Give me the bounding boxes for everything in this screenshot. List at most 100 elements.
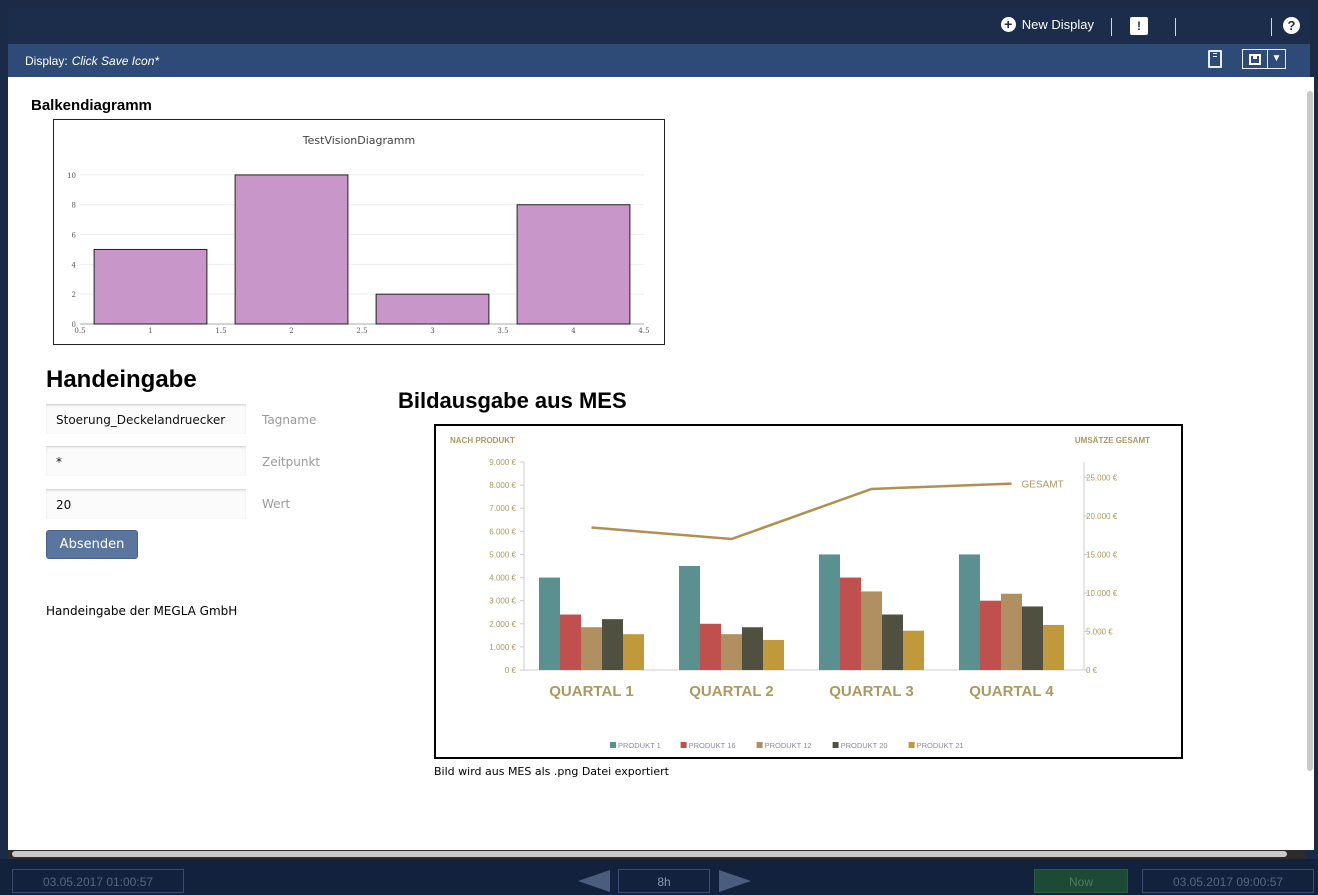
right-tick-label: 5.000 €	[1086, 627, 1113, 636]
x-tick-label: 1	[148, 327, 152, 335]
y-tick-label: 4	[72, 261, 77, 269]
line-label: GESAMT	[1022, 480, 1064, 491]
toolbar-separator	[1271, 18, 1272, 36]
left-tick-label: 0 €	[505, 666, 517, 675]
message-icon[interactable]: !	[1130, 17, 1148, 35]
bar	[1043, 624, 1064, 670]
bar	[903, 630, 924, 670]
bar	[1022, 606, 1043, 670]
x-tick-label: 3	[430, 327, 434, 335]
y-tick-label: 8	[72, 202, 76, 210]
bar	[959, 554, 980, 670]
display-bar: Display: Click Save Icon* ▼	[8, 44, 1310, 77]
x-tick-label: 2	[289, 327, 293, 335]
bar	[560, 614, 581, 670]
manual-entry-note: Handeingabe der MEGLA GmbH	[46, 604, 238, 618]
save-group: ▼	[1242, 49, 1286, 69]
manual-entry-heading: Handeingabe	[46, 366, 197, 393]
legend-label: PRODUKT 16	[689, 741, 736, 750]
bar-chart-heading: Balkendiagramm	[31, 97, 152, 114]
left-tick-label: 3.000 €	[489, 597, 516, 606]
vertical-scrollbar[interactable]	[1306, 77, 1314, 850]
tagname-label: Tagname	[262, 413, 317, 427]
bar	[763, 639, 784, 670]
bar	[1001, 593, 1022, 670]
bar	[516, 204, 631, 325]
legend-swatch	[756, 742, 763, 748]
start-time-field[interactable]: 03.05.2017 01:00:57	[12, 869, 184, 893]
next-arrow-icon[interactable]	[719, 870, 751, 892]
x-tick-label: 0.5	[74, 327, 85, 335]
category-label: QUARTAL 1	[549, 683, 633, 700]
x-tick-label: 1.5	[215, 327, 226, 335]
timestamp-input[interactable]	[46, 446, 246, 476]
save-dropdown-icon[interactable]: ▼	[1268, 50, 1285, 68]
ruler-icon[interactable]	[1208, 50, 1222, 68]
bar	[742, 627, 763, 670]
x-tick-label: 2.5	[356, 327, 367, 335]
submit-button[interactable]: Absenden	[46, 530, 138, 559]
previous-arrow-icon[interactable]	[578, 870, 610, 892]
left-tick-label: 8.000 €	[489, 481, 516, 490]
legend-swatch	[610, 742, 616, 748]
new-display-button[interactable]: + New Display	[1000, 17, 1094, 32]
end-time-field[interactable]: 03.05.2017 09:00:57	[1142, 869, 1314, 893]
bar	[861, 591, 882, 670]
mes-image-heading: Bildausgabe aus MES	[398, 388, 627, 413]
left-tick-label: 7.000 €	[489, 504, 516, 513]
bar	[700, 623, 721, 670]
right-tick-label: 20.000 €	[1086, 512, 1118, 521]
bar	[602, 619, 623, 670]
scrollbar-thumb[interactable]	[1307, 91, 1313, 771]
legend-swatch	[908, 742, 915, 748]
category-label: QUARTAL 2	[689, 683, 773, 700]
bar	[623, 634, 644, 670]
value-input[interactable]	[46, 489, 246, 519]
bar	[721, 634, 742, 670]
top-toolbar: + New Display ! ?	[8, 8, 1310, 44]
toolbar-separator	[1111, 18, 1112, 36]
y-tick-label: 10	[67, 172, 76, 180]
scrollbar-thumb[interactable]	[12, 851, 1287, 857]
bar	[234, 174, 349, 325]
right-tick-label: 15.000 €	[1086, 550, 1118, 559]
total-line	[591, 482, 1012, 541]
bar-chart-svg: TestVisionDiagramm02468100.5 1 1.5 2 2.5 3 3.5…	[67, 134, 649, 335]
legend-label: PRODUKT 21	[917, 741, 964, 750]
bar	[840, 577, 861, 670]
bar	[980, 600, 1001, 670]
legend-swatch	[832, 742, 839, 748]
mes-chart-image: NACH PRODUKT UMSÄTZE GESAMT 0 € 1.000 € 2.00…	[434, 424, 1183, 759]
value-label: Wert	[262, 497, 291, 511]
tagname-input[interactable]	[46, 404, 246, 434]
bar	[819, 554, 840, 670]
mes-chart-svg: NACH PRODUKT UMSÄTZE GESAMT 0 € 1.000 € 2.00…	[450, 436, 1150, 750]
help-icon[interactable]: ?	[1283, 17, 1300, 34]
bar	[679, 566, 700, 670]
x-tick-label: 4	[571, 327, 576, 335]
time-navigation-bar: 03.05.2017 01:00:57 8h Now 03.05.2017 09…	[0, 859, 1318, 895]
save-button[interactable]	[1243, 50, 1268, 68]
left-tick-label: 4.000 €	[489, 574, 516, 583]
legend-label: PRODUKT 20	[841, 741, 888, 750]
category-label: QUARTAL 3	[829, 683, 913, 700]
bar	[581, 627, 602, 670]
save-icon	[1249, 53, 1261, 65]
bar	[375, 293, 490, 325]
legend-label: PRODUKT 12	[765, 741, 812, 750]
y-tick-label: 2	[72, 291, 76, 299]
time-span-field[interactable]: 8h	[618, 869, 710, 893]
x-tick-label: 4.5	[638, 327, 649, 335]
left-tick-label: 1.000 €	[489, 643, 516, 652]
legend-label: PRODUKT 1	[618, 741, 661, 750]
legend-swatch	[680, 742, 687, 748]
left-tick-label: 9.000 €	[489, 458, 516, 467]
now-button[interactable]: Now	[1034, 869, 1128, 893]
display-name: Click Save Icon*	[71, 54, 160, 68]
horizontal-scrollbar[interactable]	[8, 850, 1306, 859]
left-axis-title: NACH PRODUKT	[450, 436, 515, 445]
timestamp-label: Zeitpunkt	[262, 455, 321, 469]
x-tick-label: 3.5	[497, 327, 508, 335]
display-label: Display: Click Save Icon*	[25, 54, 160, 68]
chart-title: TestVisionDiagramm	[302, 134, 415, 147]
